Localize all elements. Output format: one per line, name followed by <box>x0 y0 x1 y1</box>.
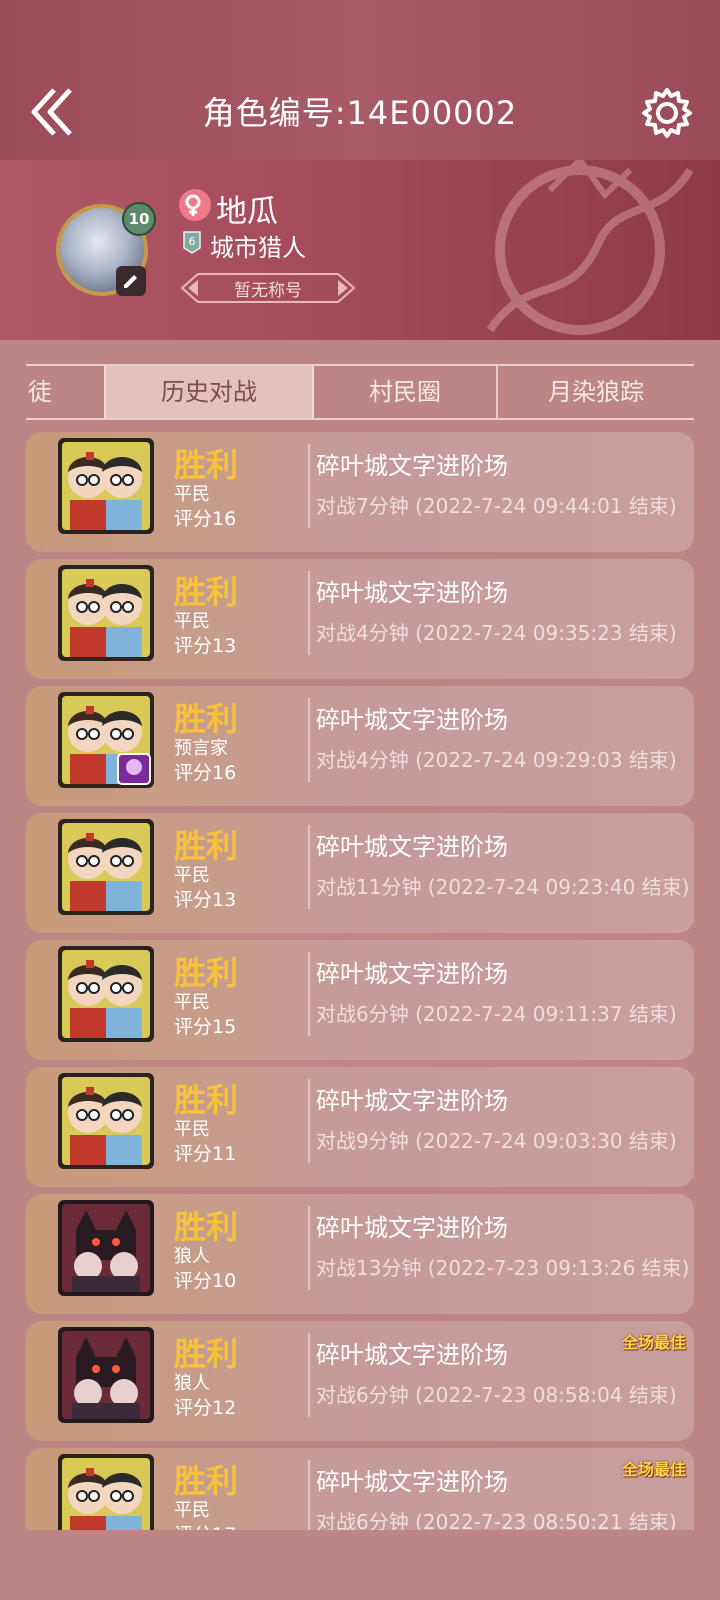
rank-title: 城市猎人 <box>210 234 306 262</box>
match-mode: 碎叶城文字进阶场 <box>316 1087 508 1115</box>
tab-bar: 徒 历史对战 村民圈 月染狼踪 <box>26 364 694 420</box>
match-card[interactable]: 胜利 狼人 评分10 碎叶城文字进阶场 对战13分钟 (2022-7-23 09:13:… <box>26 1194 694 1314</box>
match-mode: 碎叶城文字进阶场 <box>316 579 508 607</box>
tab-moon-wolf[interactable]: 月染狼踪 <box>496 366 694 418</box>
tab-apprentice[interactable]: 徒 <box>26 366 104 418</box>
match-meta: 对战11分钟 (2022-7-24 09:23:40 结束) <box>316 875 690 899</box>
profile-panel: 10 地瓜 6 城市猎人 暂无称号 <box>0 160 720 340</box>
match-card[interactable]: 胜利 平民 评分11 碎叶城文字进阶场 对战9分钟 (2022-7-24 09:03:3… <box>26 1067 694 1187</box>
match-card[interactable]: 胜利 平民 评分15 碎叶城文字进阶场 对战6分钟 (2022-7-24 09:11:3… <box>26 940 694 1060</box>
match-mode: 碎叶城文字进阶场 <box>316 1341 508 1369</box>
match-meta: 对战4分钟 (2022-7-24 09:29:03 结束) <box>316 748 677 772</box>
match-score: 评分10 <box>174 1270 237 1292</box>
match-role: 平民 <box>174 484 210 505</box>
divider <box>308 571 310 655</box>
villager-role-icon <box>58 819 154 915</box>
background-ornament <box>486 160 694 335</box>
match-meta: 对战7分钟 (2022-7-24 09:44:01 结束) <box>316 494 677 518</box>
match-role: 平民 <box>174 992 210 1013</box>
match-score: 评分17 <box>174 1520 236 1530</box>
match-role: 狼人 <box>174 1373 210 1394</box>
match-score: 评分15 <box>174 1016 237 1038</box>
match-card[interactable]: 胜利 平民 评分13 碎叶城文字进阶场 对战4分钟 (2022-7-24 09:35:2… <box>26 559 694 679</box>
match-score: 评分13 <box>174 889 237 911</box>
title-tag[interactable]: 暂无称号 <box>180 270 356 306</box>
divider <box>308 1460 310 1530</box>
edit-icon <box>124 275 137 288</box>
villager-role-icon <box>58 1073 154 1169</box>
match-mode: 碎叶城文字进阶场 <box>316 960 508 988</box>
tab-villager-circle[interactable]: 村民圈 <box>314 366 496 418</box>
mvp-badge: 全场最佳 <box>621 1333 686 1352</box>
match-meta: 对战6分钟 (2022-7-23 08:50:21 结束) <box>316 1510 677 1530</box>
divider <box>308 952 310 1036</box>
match-meta: 对战13分钟 (2022-7-23 09:13:26 结束) <box>316 1256 690 1280</box>
match-role: 预言家 <box>174 738 228 759</box>
tab-history-battles[interactable]: 历史对战 <box>104 366 314 418</box>
match-meta: 对战4分钟 (2022-7-24 09:35:23 结束) <box>316 621 677 645</box>
nickname: 地瓜 <box>216 194 278 230</box>
match-meta: 对战6分钟 (2022-7-24 09:11:37 结束) <box>316 1002 677 1026</box>
seer-role-icon <box>58 692 154 788</box>
villager-role-icon <box>58 946 154 1042</box>
match-role: 平民 <box>174 1500 210 1521</box>
match-card[interactable]: 胜利 预言家 评分16 碎叶城文字进阶场 对战4分钟 (2022-7-24 09:29:… <box>26 686 694 806</box>
female-icon <box>179 189 211 221</box>
match-card[interactable]: 胜利 狼人 评分12 碎叶城文字进阶场 对战6分钟 (2022-7-23 08:58:0… <box>26 1321 694 1441</box>
divider <box>308 1333 310 1417</box>
rank-icon: 6 <box>183 231 201 254</box>
villager-role-icon <box>58 438 154 534</box>
villager-role-icon <box>58 565 154 661</box>
match-meta: 对战6分钟 (2022-7-23 08:58:04 结束) <box>316 1383 677 1407</box>
match-role: 平民 <box>174 865 210 886</box>
svg-text:6: 6 <box>189 235 196 248</box>
villager-role-icon <box>58 1454 154 1530</box>
divider <box>308 1079 310 1163</box>
title-tag-label: 暂无称号 <box>234 281 302 301</box>
match-card[interactable]: 胜利 平民 评分13 碎叶城文字进阶场 对战11分钟 (2022-7-24 09:23:… <box>26 813 694 933</box>
divider <box>308 825 310 909</box>
match-score: 评分16 <box>174 508 237 530</box>
match-score: 评分11 <box>174 1143 237 1165</box>
divider <box>308 1206 310 1290</box>
match-list[interactable]: 胜利 平民 评分16 碎叶城文字进阶场 对战7分钟 (2022-7-24 09:44:0… <box>26 432 694 1530</box>
settings-button[interactable] <box>640 86 694 140</box>
match-card[interactable]: 胜利 平民 评分16 碎叶城文字进阶场 对战7分钟 (2022-7-24 09:44:0… <box>26 432 694 552</box>
match-role: 狼人 <box>174 1246 210 1267</box>
match-role: 平民 <box>174 611 210 632</box>
match-score: 评分13 <box>174 635 237 657</box>
match-mode: 碎叶城文字进阶场 <box>316 706 508 734</box>
top-bar: 角色编号:14E00002 <box>0 0 720 160</box>
match-role: 平民 <box>174 1119 210 1140</box>
match-mode: 碎叶城文字进阶场 <box>316 452 508 480</box>
match-mode: 碎叶城文字进阶场 <box>316 1468 508 1496</box>
match-mode: 碎叶城文字进阶场 <box>316 833 508 861</box>
werewolf-role-icon <box>58 1327 154 1423</box>
match-card[interactable]: 胜利平民评分17碎叶城文字进阶场对战6分钟 (2022-7-23 08:50:2… <box>26 1448 694 1530</box>
mvp-badge: 全场最佳 <box>621 1460 686 1479</box>
match-meta: 对战9分钟 (2022-7-24 09:03:30 结束) <box>316 1129 677 1153</box>
match-score: 评分12 <box>174 1397 237 1419</box>
avatar-wrap[interactable]: 10 <box>56 202 156 304</box>
divider <box>308 698 310 782</box>
match-score: 评分16 <box>174 762 237 784</box>
werewolf-role-icon <box>58 1200 154 1296</box>
gear-icon <box>642 88 692 138</box>
match-mode: 碎叶城文字进阶场 <box>316 1214 508 1242</box>
level-badge: 10 <box>122 202 156 236</box>
divider <box>308 444 310 528</box>
edit-avatar-button[interactable] <box>116 266 146 296</box>
page-title: 角色编号:14E00002 <box>202 94 518 132</box>
